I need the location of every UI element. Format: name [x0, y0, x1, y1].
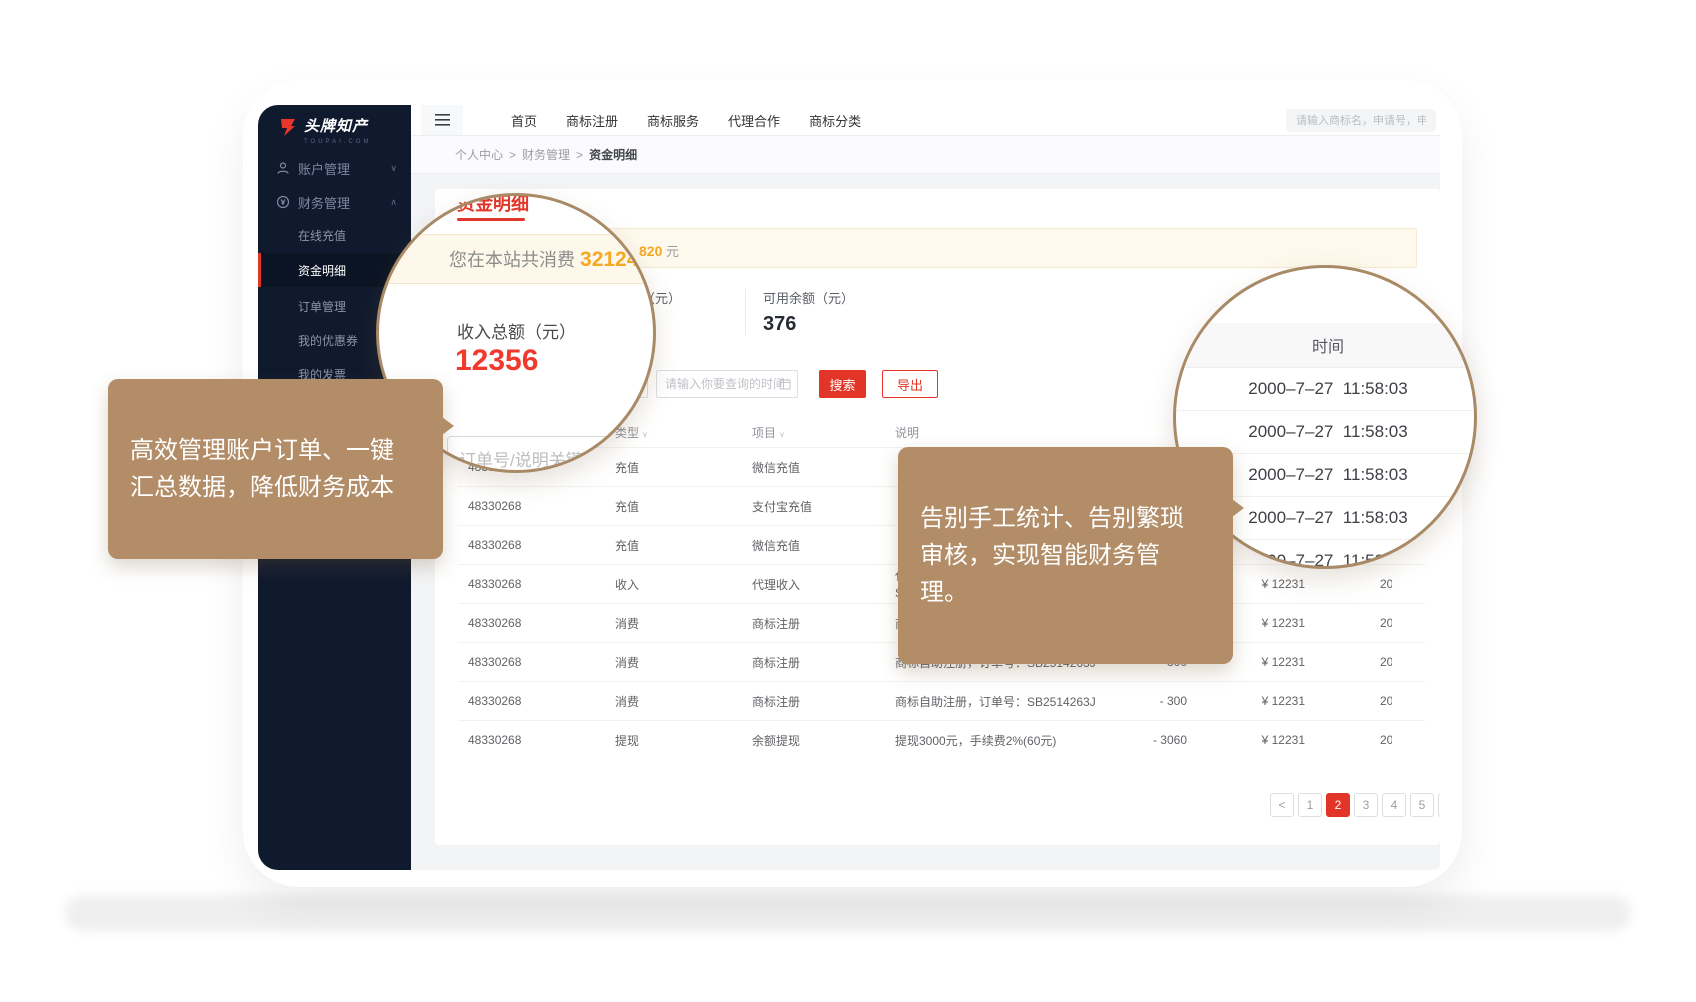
calendar-icon [779, 378, 791, 390]
sidebar-item-finance[interactable]: 财务管理 ∧ [258, 186, 411, 218]
page-button-3[interactable]: 3 [1354, 793, 1378, 817]
chevron-down-icon: ∨ [390, 163, 397, 174]
magnified-input-placeholder: 订单号/说明关键词 [459, 446, 600, 471]
page-button-clipped[interactable] [1438, 793, 1440, 817]
callout-arrow-icon [442, 417, 454, 435]
page-button-5[interactable]: 5 [1410, 793, 1434, 817]
magnified-tab-underline [457, 218, 525, 221]
balance-label: 可用余额（元） [763, 288, 854, 307]
magnified-notice-amount: 32124 [580, 248, 638, 271]
sidebar-item-account[interactable]: 账户管理 ∨ [258, 152, 411, 184]
page-button-4[interactable]: 4 [1382, 793, 1406, 817]
breadcrumb: 个人中心 > 财务管理 > 资金明细 [411, 136, 1440, 174]
header-project[interactable]: 项目∨ [740, 424, 883, 441]
prev-page-button[interactable]: < [1270, 793, 1294, 817]
callout-arrow-icon [1232, 499, 1244, 517]
top-navbar: 首页 商标注册 商标服务 代理合作 商标分类 [411, 105, 1440, 136]
pagination: < 1 2 3 4 5 [1270, 793, 1440, 817]
brand-flag-icon [278, 117, 298, 137]
breadcrumb-current: 资金明细 [589, 146, 637, 163]
finance-icon [276, 195, 290, 209]
magnified-tab-fragment: 资金明细 [457, 193, 529, 216]
trademark-search-input[interactable] [1286, 109, 1436, 132]
table-row: 48330268提现余额提现提现3000元，手续费2%(60元)- 3060¥ … [458, 720, 1425, 759]
time-filter-input[interactable] [656, 370, 798, 398]
stats-divider [745, 289, 746, 335]
magnified-notice: 您在本站共消费 32124 元 [379, 234, 656, 284]
nav-link-home[interactable]: 首页 [511, 111, 537, 130]
user-icon [276, 161, 290, 175]
magnified-time-row: 2000–7–27 11:58:03 [1176, 368, 1477, 411]
page-button-2-active[interactable]: 2 [1326, 793, 1350, 817]
breadcrumb-separator: > [509, 148, 516, 162]
hamburger-menu-button[interactable] [421, 105, 463, 135]
sidebar-item-label: 财务管理 [298, 193, 350, 212]
sort-caret-icon[interactable]: ∨ [779, 430, 785, 439]
magnified-income-label: 收入总额（元） [457, 318, 576, 343]
sidebar-item-label: 账户管理 [298, 159, 350, 178]
magnified-time-header: 时间 [1176, 323, 1477, 368]
chevron-up-icon: ∧ [390, 197, 397, 208]
brand-name: 头牌知产 [304, 117, 371, 137]
callout-left: 高效管理账户订单、一键 汇总数据，降低财务成本 [108, 379, 443, 559]
brand-logo[interactable]: 头牌知产 TOUPAI.COM [278, 117, 371, 145]
breadcrumb-separator: > [576, 148, 583, 162]
table-row: 48330268消费商标注册商标自助注册，订单号：SB2514263J- 300… [458, 681, 1425, 720]
export-button[interactable]: 导出 [882, 370, 938, 398]
page-button-1[interactable]: 1 [1298, 793, 1322, 817]
callout-right: 告别手工统计、告别繁琐 审核，实现智能财务管 理。 [898, 447, 1233, 664]
nav-links: 首页 商标注册 商标服务 代理合作 商标分类 [411, 111, 861, 130]
header-desc: 说明 [883, 424, 1135, 441]
balance-value: 376 [763, 313, 796, 336]
nav-link-trademark-service[interactable]: 商标服务 [647, 111, 699, 130]
hamburger-icon [435, 114, 450, 126]
nav-link-trademark-register[interactable]: 商标注册 [566, 111, 618, 130]
page: 头牌知产 TOUPAI.COM 账户管理 ∨ 财务管理 ∧ 在线充值 [0, 0, 1696, 1002]
search-button[interactable]: 搜索 [819, 370, 866, 398]
magnified-income-value: 12356 [455, 344, 538, 378]
breadcrumb-finance[interactable]: 财务管理 [522, 146, 570, 163]
nav-link-agent-coop[interactable]: 代理合作 [728, 111, 780, 130]
laptop-base-shadow [65, 895, 1631, 931]
brand-domain: TOUPAI.COM [304, 139, 371, 145]
breadcrumb-personal-center[interactable]: 个人中心 [455, 146, 503, 163]
nav-link-trademark-category[interactable]: 商标分类 [809, 111, 861, 130]
